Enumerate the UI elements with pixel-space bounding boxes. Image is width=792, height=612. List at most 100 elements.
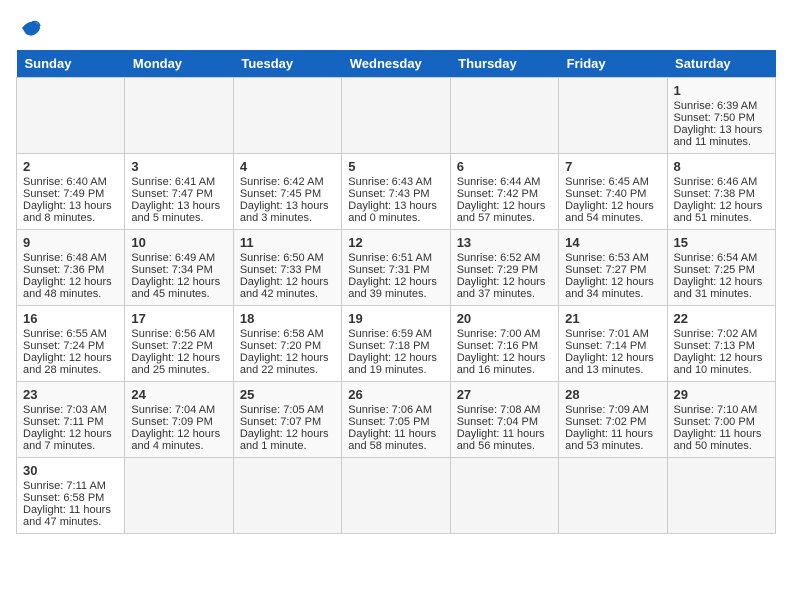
sunset-label: Sunset: 7:49 PM [23,188,104,200]
sunset-label: Sunset: 7:05 PM [348,416,429,428]
day-number: 23 [23,387,118,402]
day-of-week-header: Saturday [667,50,775,78]
day-number: 17 [131,311,226,326]
calendar-cell: 12 Sunrise: 6:51 AM Sunset: 7:31 PM Dayl… [342,230,450,306]
day-of-week-header: Sunday [17,50,125,78]
sunrise-label: Sunrise: 7:08 AM [457,404,541,416]
sunrise-label: Sunrise: 6:44 AM [457,176,541,188]
calendar-cell [559,78,667,154]
day-number: 4 [240,159,335,174]
sunrise-label: Sunrise: 6:46 AM [674,176,758,188]
daylight-label: Daylight: 12 hours and 10 minutes. [674,352,763,376]
day-of-week-header: Monday [125,50,233,78]
sunrise-label: Sunrise: 7:11 AM [23,480,106,492]
day-number: 26 [348,387,443,402]
calendar-cell [667,458,775,534]
calendar-week-row: 16 Sunrise: 6:55 AM Sunset: 7:24 PM Dayl… [17,306,776,382]
sunset-label: Sunset: 7:34 PM [131,264,212,276]
day-number: 16 [23,311,118,326]
sunrise-label: Sunrise: 7:05 AM [240,404,324,416]
sunrise-label: Sunrise: 6:43 AM [348,176,432,188]
sunset-label: Sunset: 7:25 PM [674,264,755,276]
calendar-cell: 16 Sunrise: 6:55 AM Sunset: 7:24 PM Dayl… [17,306,125,382]
sunset-label: Sunset: 7:47 PM [131,188,212,200]
calendar-cell: 11 Sunrise: 6:50 AM Sunset: 7:33 PM Dayl… [233,230,341,306]
day-number: 9 [23,235,118,250]
daylight-label: Daylight: 13 hours and 11 minutes. [674,124,763,148]
daylight-label: Daylight: 11 hours and 53 minutes. [565,428,653,452]
daylight-label: Daylight: 13 hours and 5 minutes. [131,200,220,224]
sunset-label: Sunset: 7:09 PM [131,416,212,428]
sunset-label: Sunset: 7:43 PM [348,188,429,200]
sunrise-label: Sunrise: 6:55 AM [23,328,107,340]
calendar-cell [450,78,558,154]
calendar-cell: 28 Sunrise: 7:09 AM Sunset: 7:02 PM Dayl… [559,382,667,458]
day-number: 10 [131,235,226,250]
sunrise-label: Sunrise: 7:06 AM [348,404,432,416]
day-number: 5 [348,159,443,174]
logo-icon [18,16,42,40]
daylight-label: Daylight: 12 hours and 42 minutes. [240,276,329,300]
sunrise-label: Sunrise: 6:56 AM [131,328,215,340]
daylight-label: Daylight: 12 hours and 48 minutes. [23,276,112,300]
sunrise-label: Sunrise: 6:50 AM [240,252,324,264]
daylight-label: Daylight: 11 hours and 47 minutes. [23,504,111,528]
calendar-cell: 30 Sunrise: 7:11 AM Sunset: 6:58 PM Dayl… [17,458,125,534]
sunset-label: Sunset: 7:33 PM [240,264,321,276]
sunrise-label: Sunrise: 7:01 AM [565,328,649,340]
day-number: 28 [565,387,660,402]
sunrise-label: Sunrise: 6:49 AM [131,252,215,264]
day-number: 20 [457,311,552,326]
sunrise-label: Sunrise: 6:42 AM [240,176,324,188]
daylight-label: Daylight: 12 hours and 25 minutes. [131,352,220,376]
daylight-label: Daylight: 12 hours and 7 minutes. [23,428,112,452]
sunset-label: Sunset: 7:31 PM [348,264,429,276]
calendar-cell: 7 Sunrise: 6:45 AM Sunset: 7:40 PM Dayli… [559,154,667,230]
calendar-cell: 3 Sunrise: 6:41 AM Sunset: 7:47 PM Dayli… [125,154,233,230]
calendar-cell: 19 Sunrise: 6:59 AM Sunset: 7:18 PM Dayl… [342,306,450,382]
page-header [16,16,776,40]
sunset-label: Sunset: 7:42 PM [457,188,538,200]
daylight-label: Daylight: 12 hours and 22 minutes. [240,352,329,376]
calendar-table: SundayMondayTuesdayWednesdayThursdayFrid… [16,50,776,534]
daylight-label: Daylight: 12 hours and 4 minutes. [131,428,220,452]
sunset-label: Sunset: 7:20 PM [240,340,321,352]
day-number: 18 [240,311,335,326]
daylight-label: Daylight: 12 hours and 34 minutes. [565,276,654,300]
calendar-cell: 22 Sunrise: 7:02 AM Sunset: 7:13 PM Dayl… [667,306,775,382]
calendar-week-row: 9 Sunrise: 6:48 AM Sunset: 7:36 PM Dayli… [17,230,776,306]
sunset-label: Sunset: 7:11 PM [23,416,104,428]
calendar-cell: 8 Sunrise: 6:46 AM Sunset: 7:38 PM Dayli… [667,154,775,230]
daylight-label: Daylight: 11 hours and 56 minutes. [457,428,545,452]
day-number: 13 [457,235,552,250]
calendar-cell: 23 Sunrise: 7:03 AM Sunset: 7:11 PM Dayl… [17,382,125,458]
day-number: 27 [457,387,552,402]
calendar-cell [17,78,125,154]
sunset-label: Sunset: 7:29 PM [457,264,538,276]
daylight-label: Daylight: 11 hours and 50 minutes. [674,428,762,452]
day-number: 22 [674,311,769,326]
calendar-week-row: 2 Sunrise: 6:40 AM Sunset: 7:49 PM Dayli… [17,154,776,230]
sunset-label: Sunset: 7:14 PM [565,340,646,352]
sunrise-label: Sunrise: 6:58 AM [240,328,324,340]
day-number: 12 [348,235,443,250]
sunset-label: Sunset: 7:22 PM [131,340,212,352]
calendar-cell: 17 Sunrise: 6:56 AM Sunset: 7:22 PM Dayl… [125,306,233,382]
sunset-label: Sunset: 7:13 PM [674,340,755,352]
daylight-label: Daylight: 12 hours and 37 minutes. [457,276,546,300]
sunset-label: Sunset: 7:27 PM [565,264,646,276]
calendar-cell: 26 Sunrise: 7:06 AM Sunset: 7:05 PM Dayl… [342,382,450,458]
sunrise-label: Sunrise: 6:54 AM [674,252,758,264]
day-number: 11 [240,235,335,250]
calendar-cell: 14 Sunrise: 6:53 AM Sunset: 7:27 PM Dayl… [559,230,667,306]
calendar-cell [125,78,233,154]
day-number: 14 [565,235,660,250]
calendar-cell: 27 Sunrise: 7:08 AM Sunset: 7:04 PM Dayl… [450,382,558,458]
day-number: 8 [674,159,769,174]
sunrise-label: Sunrise: 6:48 AM [23,252,107,264]
sunset-label: Sunset: 7:24 PM [23,340,104,352]
calendar-header-row: SundayMondayTuesdayWednesdayThursdayFrid… [17,50,776,78]
sunrise-label: Sunrise: 7:03 AM [23,404,107,416]
day-number: 3 [131,159,226,174]
sunrise-label: Sunrise: 7:02 AM [674,328,758,340]
